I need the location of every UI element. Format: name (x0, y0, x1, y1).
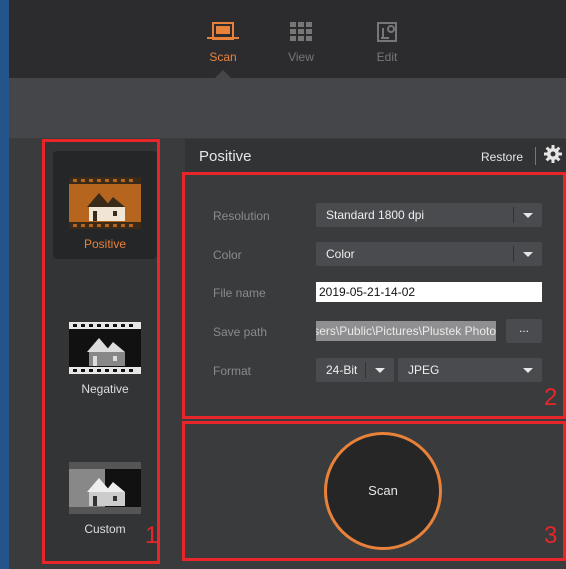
panel-header: Positive Restore (185, 139, 566, 173)
header-divider (535, 147, 536, 165)
top-toolbar: Scan View Edit (9, 0, 566, 79)
panel-title: Positive (199, 148, 252, 165)
tab-edit[interactable]: Edit (357, 20, 417, 64)
scanner-app: Scan View Edit Positive Negative Custom … (9, 0, 566, 569)
annotation-number-2: 2 (544, 384, 558, 411)
tab-view-label: View (288, 50, 314, 64)
scan-icon (207, 22, 239, 40)
annotation-box-1 (42, 139, 160, 564)
restore-button[interactable]: Restore (481, 150, 523, 164)
tab-scan-label: Scan (209, 50, 237, 64)
toolbar-spacer (9, 78, 566, 138)
annotation-box-3 (182, 421, 566, 561)
tab-edit-label: Edit (376, 50, 398, 64)
window-left-edge (0, 0, 9, 569)
edit-tools-icon (377, 22, 397, 42)
annotation-box-2 (182, 172, 566, 419)
tab-scan[interactable]: Scan (193, 20, 253, 64)
tab-view[interactable]: View (271, 20, 331, 64)
grid-view-icon (290, 22, 312, 41)
annotation-number-1: 1 (145, 522, 159, 549)
gear-icon[interactable] (543, 144, 563, 164)
annotation-number-3: 3 (544, 522, 558, 549)
